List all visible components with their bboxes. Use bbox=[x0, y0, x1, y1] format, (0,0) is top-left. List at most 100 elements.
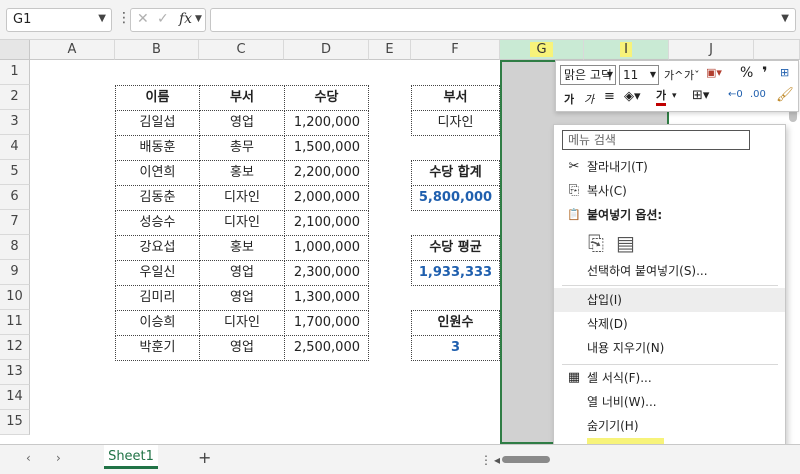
table-cell[interactable]: 1,300,000 bbox=[284, 285, 369, 311]
column-header-i[interactable]: I bbox=[584, 40, 669, 60]
table-cell[interactable]: 배동훈 bbox=[115, 135, 200, 161]
table-cell[interactable]: 박훈기 bbox=[115, 335, 200, 361]
table-cell[interactable]: 성승수 bbox=[115, 210, 200, 236]
column-header-c[interactable]: C bbox=[199, 40, 284, 60]
table-cell[interactable]: 총무 bbox=[199, 135, 285, 161]
table-cell[interactable]: 1,500,000 bbox=[284, 135, 369, 161]
paste-values-icon[interactable]: ▤ bbox=[616, 231, 635, 255]
column-header-d[interactable]: D bbox=[284, 40, 369, 60]
table-cell[interactable]: 1,000,000 bbox=[284, 235, 369, 261]
align-center-icon[interactable]: ≡ bbox=[604, 89, 615, 104]
menu-item-column-width[interactable]: 열 너비(W)... bbox=[554, 390, 785, 414]
count-label[interactable]: 인원수 bbox=[411, 310, 500, 336]
table-cell[interactable]: 2,500,000 bbox=[284, 335, 369, 361]
horizontal-scroll-thumb[interactable] bbox=[502, 456, 550, 463]
font-color-icon[interactable]: 가 bbox=[656, 89, 667, 106]
format-painter-icon[interactable]: 🖌 bbox=[776, 87, 794, 103]
dept-criteria-label[interactable]: 부서 bbox=[411, 85, 500, 111]
sum-value[interactable]: 5,800,000 bbox=[411, 185, 500, 211]
table-cell[interactable]: 김미리 bbox=[115, 285, 200, 311]
table-header-allowance[interactable]: 수당 bbox=[284, 85, 369, 111]
row-header[interactable]: 4 bbox=[0, 135, 30, 160]
table-cell[interactable]: 홍보 bbox=[199, 235, 285, 261]
previous-sheet-icon[interactable]: ‹ bbox=[26, 451, 31, 465]
merge-center-icon[interactable]: ⊞ bbox=[780, 66, 789, 79]
borders-icon[interactable]: ⊞▾ bbox=[692, 88, 709, 103]
table-cell[interactable]: 2,200,000 bbox=[284, 160, 369, 186]
column-header-a[interactable]: A bbox=[30, 40, 115, 60]
insert-function-icon[interactable]: fx bbox=[179, 11, 192, 27]
bold-icon[interactable]: 가 bbox=[564, 91, 574, 107]
italic-icon[interactable]: 가 bbox=[584, 91, 594, 107]
chevron-down-icon[interactable]: ▼ bbox=[607, 66, 613, 84]
table-header-dept[interactable]: 부서 bbox=[199, 85, 285, 111]
menu-item-format-cells[interactable]: ▦ 셀 서식(F)... bbox=[554, 366, 785, 390]
table-cell[interactable]: 1,200,000 bbox=[284, 110, 369, 136]
more-options-icon[interactable]: ⋮ bbox=[480, 453, 492, 467]
row-header[interactable]: 13 bbox=[0, 360, 30, 385]
font-name-select[interactable]: 맑은 고딕 ▼ bbox=[560, 65, 616, 85]
table-cell[interactable]: 영업 bbox=[199, 260, 285, 286]
row-header[interactable]: 11 bbox=[0, 310, 30, 335]
menu-item-copy[interactable]: ⎘ 복사(C) bbox=[554, 179, 785, 203]
scroll-left-icon[interactable]: ◂ bbox=[494, 453, 500, 467]
menu-item-cut[interactable]: ✂ 잘라내기(T) bbox=[554, 155, 785, 179]
table-cell[interactable]: 디자인 bbox=[199, 310, 285, 336]
sum-label[interactable]: 수당 합계 bbox=[411, 160, 500, 186]
menu-item-hide[interactable]: 숨기기(H) bbox=[554, 414, 785, 438]
comma-style-icon[interactable]: ❜ bbox=[762, 63, 768, 82]
avg-label[interactable]: 수당 평균 bbox=[411, 235, 500, 261]
sheet-tab-sheet1[interactable]: Sheet1 bbox=[104, 445, 158, 469]
count-value[interactable]: 3 bbox=[411, 335, 500, 361]
row-header[interactable]: 7 bbox=[0, 210, 30, 235]
row-header[interactable]: 15 bbox=[0, 410, 30, 435]
table-cell[interactable]: 김일섭 bbox=[115, 110, 200, 136]
increase-decimal-icon[interactable]: ←0 bbox=[728, 89, 743, 100]
column-header-g[interactable]: G bbox=[500, 40, 584, 60]
column-header-j[interactable]: J bbox=[669, 40, 754, 60]
table-cell[interactable]: 2,300,000 bbox=[284, 260, 369, 286]
row-header[interactable]: 2 bbox=[0, 85, 30, 110]
column-header-e[interactable]: E bbox=[369, 40, 411, 60]
font-size-select[interactable]: 11 ▼ bbox=[619, 65, 659, 85]
table-cell[interactable]: 홍보 bbox=[199, 160, 285, 186]
table-cell[interactable]: 1,700,000 bbox=[284, 310, 369, 336]
row-header[interactable]: 1 bbox=[0, 60, 30, 85]
row-header[interactable]: 6 bbox=[0, 185, 30, 210]
menu-item-delete[interactable]: 삭제(D) bbox=[554, 312, 785, 336]
table-cell[interactable]: 이승희 bbox=[115, 310, 200, 336]
chevron-down-icon[interactable]: ▼ bbox=[98, 13, 106, 24]
row-header[interactable]: 10 bbox=[0, 285, 30, 310]
row-header[interactable]: 5 bbox=[0, 160, 30, 185]
table-cell[interactable]: 영업 bbox=[199, 335, 285, 361]
grow-font-icon[interactable]: 가^ bbox=[664, 67, 683, 83]
menu-search-input[interactable]: 메뉴 검색 bbox=[562, 130, 750, 150]
select-all-corner[interactable] bbox=[0, 40, 30, 60]
table-cell[interactable]: 영업 bbox=[199, 110, 285, 136]
table-cell[interactable]: 이연희 bbox=[115, 160, 200, 186]
table-cell[interactable]: 2,100,000 bbox=[284, 210, 369, 236]
enter-icon[interactable]: ✓ bbox=[157, 11, 169, 27]
expand-formula-icon[interactable]: ▼ bbox=[781, 13, 789, 24]
next-sheet-icon[interactable]: › bbox=[56, 451, 61, 465]
table-cell[interactable]: 디자인 bbox=[199, 185, 285, 211]
table-cell[interactable]: 영업 bbox=[199, 285, 285, 311]
percent-style-icon[interactable]: % bbox=[740, 65, 753, 81]
table-cell[interactable]: 김동춘 bbox=[115, 185, 200, 211]
column-header-b[interactable]: B bbox=[115, 40, 199, 60]
row-header[interactable]: 9 bbox=[0, 260, 30, 285]
fill-color-icon[interactable]: ◈▾ bbox=[624, 89, 641, 104]
column-header-k[interactable] bbox=[754, 40, 800, 60]
menu-item-paste-special[interactable]: 선택하여 붙여넣기(S)... bbox=[554, 259, 785, 283]
row-header[interactable]: 14 bbox=[0, 385, 30, 410]
name-box[interactable]: G1 ▼ bbox=[6, 8, 112, 32]
decrease-decimal-icon[interactable]: .00 bbox=[750, 89, 766, 100]
chevron-down-icon[interactable]: ▼ bbox=[650, 66, 656, 84]
table-header-name[interactable]: 이름 bbox=[115, 85, 200, 111]
chevron-down-icon[interactable]: ▼ bbox=[195, 14, 202, 24]
table-cell[interactable]: 디자인 bbox=[199, 210, 285, 236]
chevron-down-icon[interactable]: ▾ bbox=[672, 91, 677, 101]
shrink-font-icon[interactable]: 가ˇ bbox=[684, 67, 700, 83]
table-cell[interactable]: 2,000,000 bbox=[284, 185, 369, 211]
row-header[interactable]: 12 bbox=[0, 335, 30, 360]
